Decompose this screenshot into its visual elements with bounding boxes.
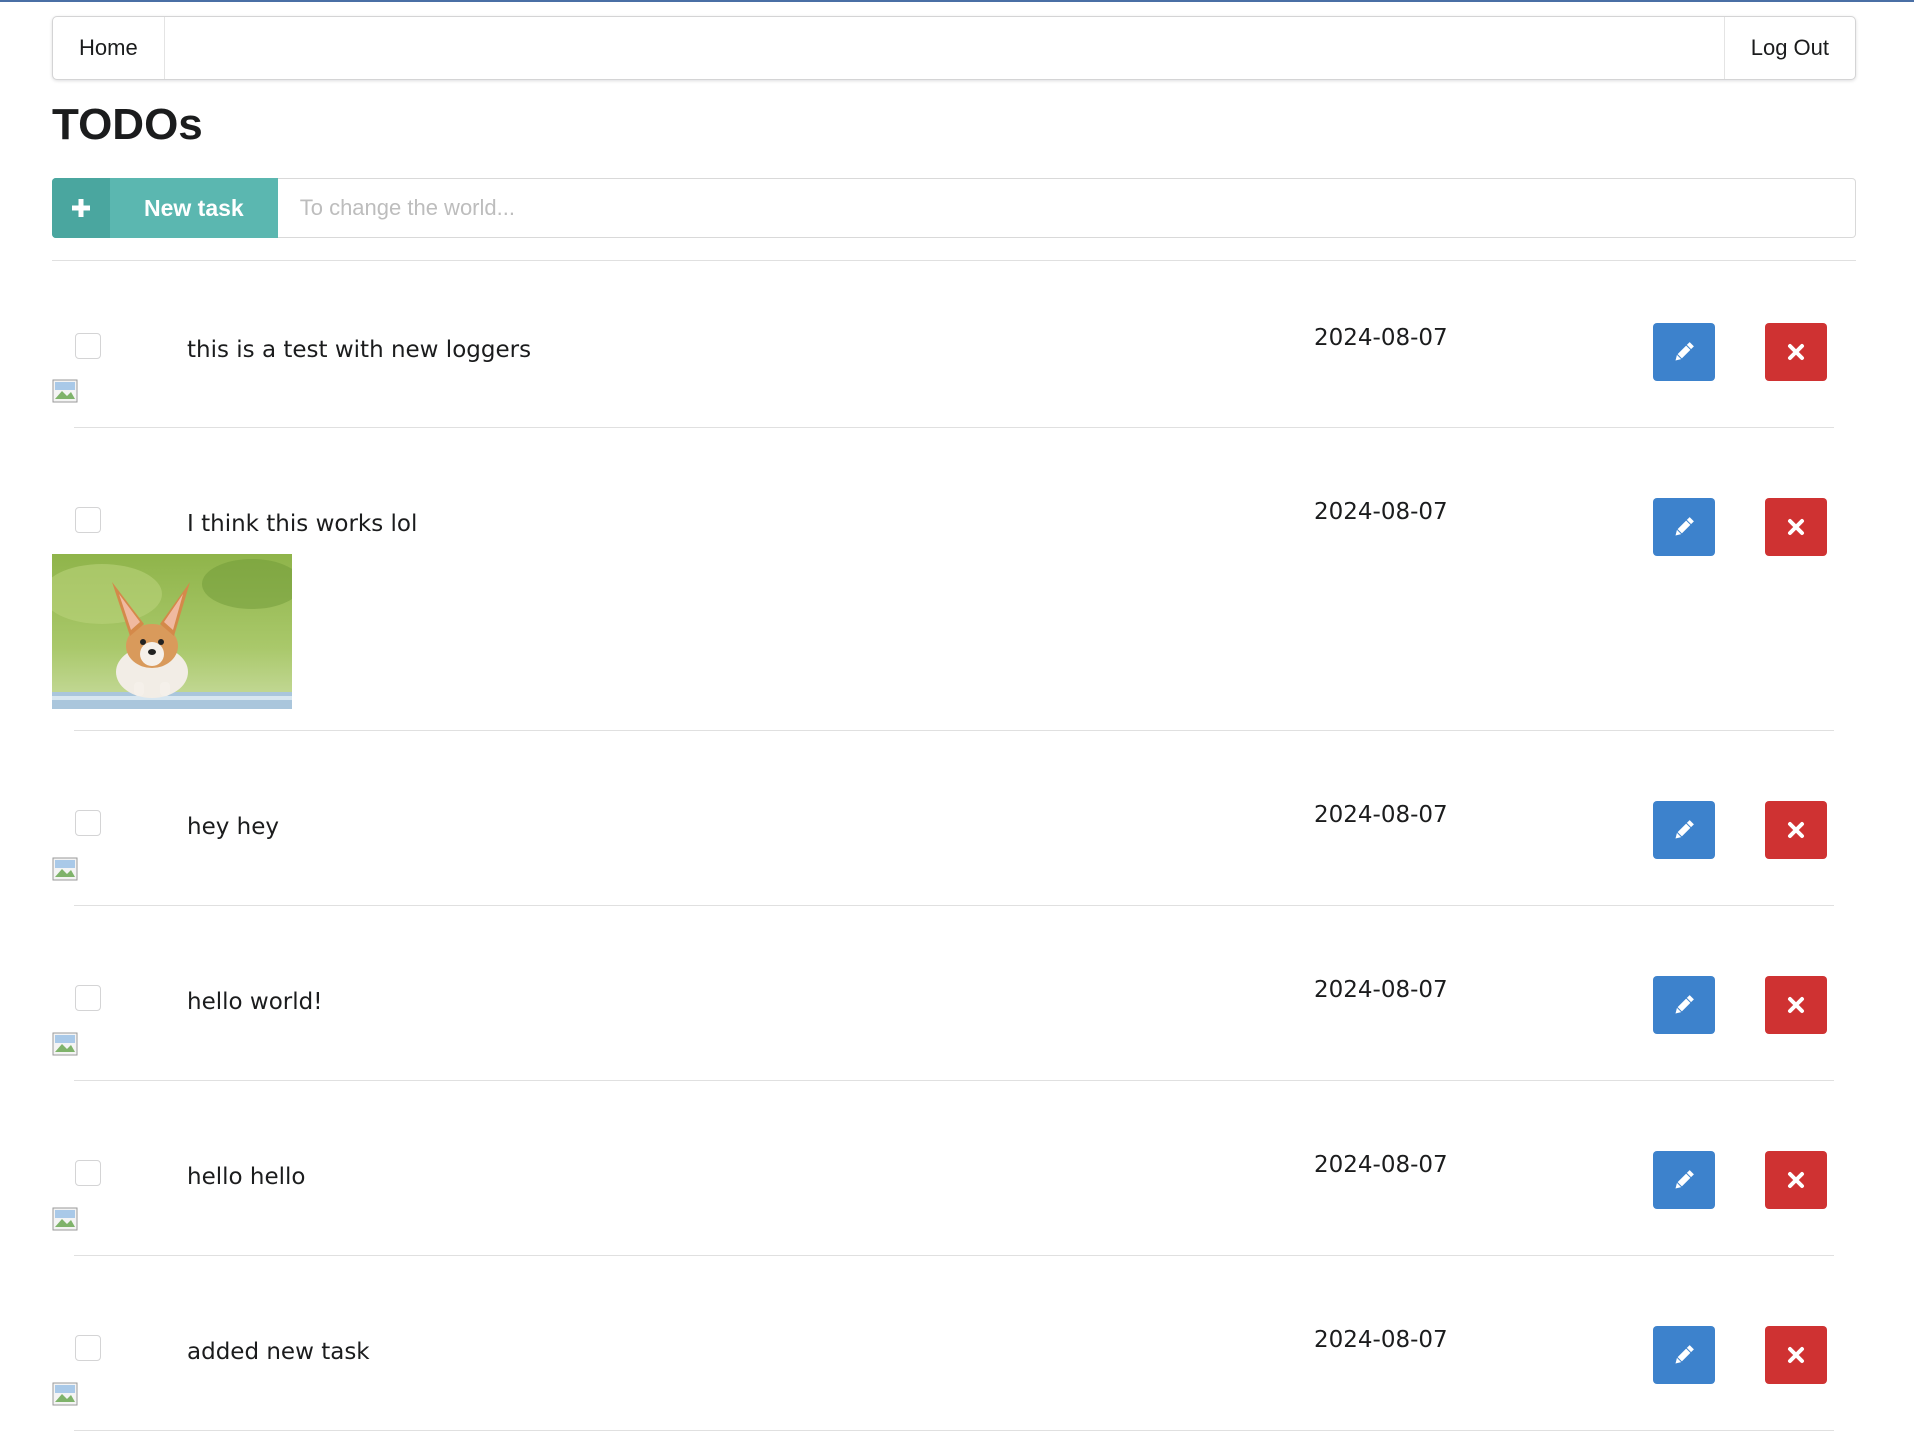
task-checkbox[interactable] xyxy=(75,810,101,836)
broken-image-icon xyxy=(52,1207,78,1231)
delete-button[interactable] xyxy=(1765,323,1827,381)
new-task-form: New task xyxy=(52,178,1856,238)
edit-button[interactable] xyxy=(1653,976,1715,1034)
x-icon xyxy=(1788,822,1804,838)
edit-button[interactable] xyxy=(1653,498,1715,556)
task-date: 2024-08-07 xyxy=(1314,499,1448,525)
task-checkbox[interactable] xyxy=(75,985,101,1011)
logout-link[interactable]: Log Out xyxy=(1723,17,1855,79)
x-icon xyxy=(1788,997,1804,1013)
task-checkbox[interactable] xyxy=(75,507,101,533)
pencil-icon xyxy=(1675,995,1694,1014)
broken-image-icon xyxy=(52,1032,78,1056)
task-row: this is a test with new loggers 2024-08-… xyxy=(52,261,1856,428)
task-text: hello world! xyxy=(187,989,323,1015)
app-container: Home Log Out TODOs New task this is a te… xyxy=(52,16,1856,1431)
home-link[interactable]: Home xyxy=(53,17,165,79)
pencil-icon xyxy=(1675,517,1694,536)
edit-button[interactable] xyxy=(1653,801,1715,859)
menu-spacer xyxy=(165,17,1724,79)
task-checkbox[interactable] xyxy=(75,1160,101,1186)
task-checkbox[interactable] xyxy=(75,333,101,359)
page-title: TODOs xyxy=(52,100,203,149)
task-row: hello hello 2024-08-07 xyxy=(52,1081,1856,1256)
task-date: 2024-08-07 xyxy=(1314,1327,1448,1353)
task-row: I think this works lol 2024-08-07 xyxy=(52,428,1856,731)
plus-icon xyxy=(52,178,110,238)
broken-image-icon xyxy=(52,857,78,881)
delete-button[interactable] xyxy=(1765,498,1827,556)
x-icon xyxy=(1788,519,1804,535)
task-date: 2024-08-07 xyxy=(1314,1152,1448,1178)
broken-image-icon xyxy=(52,379,78,403)
task-text: this is a test with new loggers xyxy=(187,337,532,363)
task-date: 2024-08-07 xyxy=(1314,802,1448,828)
x-icon xyxy=(1788,344,1804,360)
task-row: hello world! 2024-08-07 xyxy=(52,906,1856,1081)
task-checkbox[interactable] xyxy=(75,1335,101,1361)
delete-button[interactable] xyxy=(1765,976,1827,1034)
new-task-button-label: New task xyxy=(144,194,244,221)
pencil-icon xyxy=(1675,820,1694,839)
task-date: 2024-08-07 xyxy=(1314,325,1448,351)
delete-button[interactable] xyxy=(1765,1326,1827,1384)
task-text: I think this works lol xyxy=(187,511,418,537)
broken-image-icon xyxy=(52,1382,78,1406)
task-list: this is a test with new loggers 2024-08-… xyxy=(52,261,1856,1431)
task-text: hey hey xyxy=(187,814,279,840)
corgi-puppy-photo xyxy=(52,554,292,709)
task-text: hello hello xyxy=(187,1164,306,1190)
task-text: added new task xyxy=(187,1339,370,1365)
edit-button[interactable] xyxy=(1653,323,1715,381)
pencil-icon xyxy=(1675,1170,1694,1189)
edit-button[interactable] xyxy=(1653,1151,1715,1209)
task-date: 2024-08-07 xyxy=(1314,977,1448,1003)
task-row: added new task 2024-08-07 xyxy=(52,1256,1856,1431)
row-separator xyxy=(74,1430,1834,1431)
new-task-button[interactable]: New task xyxy=(52,178,278,238)
delete-button[interactable] xyxy=(1765,801,1827,859)
x-icon xyxy=(1788,1347,1804,1363)
top-menu: Home Log Out xyxy=(52,16,1856,80)
pencil-icon xyxy=(1675,342,1694,361)
edit-button[interactable] xyxy=(1653,1326,1715,1384)
delete-button[interactable] xyxy=(1765,1151,1827,1209)
task-row: hey hey 2024-08-07 xyxy=(52,731,1856,906)
pencil-icon xyxy=(1675,1345,1694,1364)
new-task-input[interactable] xyxy=(277,178,1856,238)
x-icon xyxy=(1788,1172,1804,1188)
